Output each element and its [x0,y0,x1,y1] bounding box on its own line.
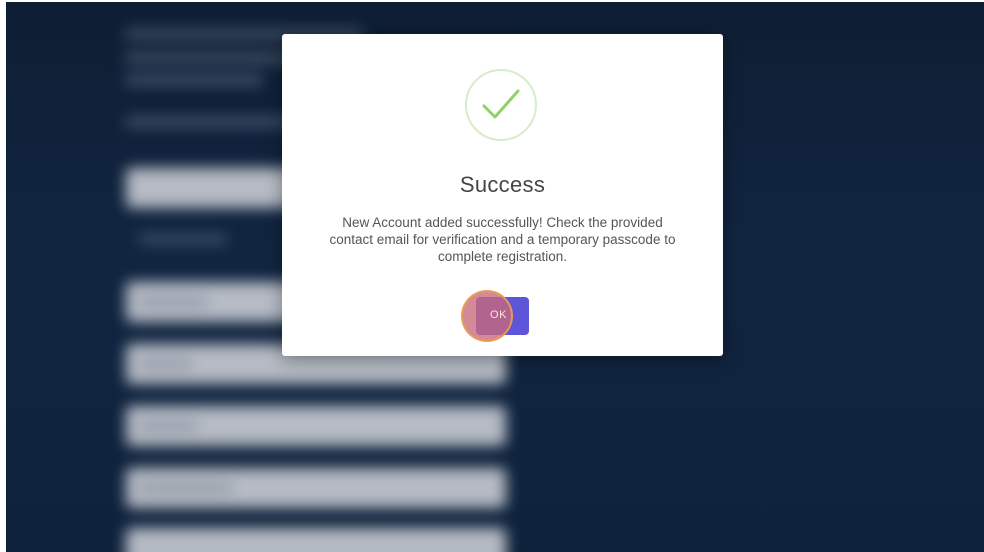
background-subheading-2 [124,74,264,86]
background-field-1 [126,168,296,208]
checkmark-circle-icon [465,69,537,141]
background-field-caption [138,234,228,244]
background-field-3-text [138,360,193,368]
background-field-4-text [138,422,198,430]
success-dialog: Success New Account added successfully! … [282,34,723,356]
dialog-message: New Account added successfully! Check th… [329,215,676,264]
background-field-6 [126,528,506,552]
background-field-5-text [138,484,233,492]
ok-button-label: OK [490,309,507,321]
background-field-2-text [138,298,208,306]
dialog-title: Success [459,172,546,197]
checkmark-icon [482,89,520,119]
ok-button[interactable]: OK [461,290,529,342]
